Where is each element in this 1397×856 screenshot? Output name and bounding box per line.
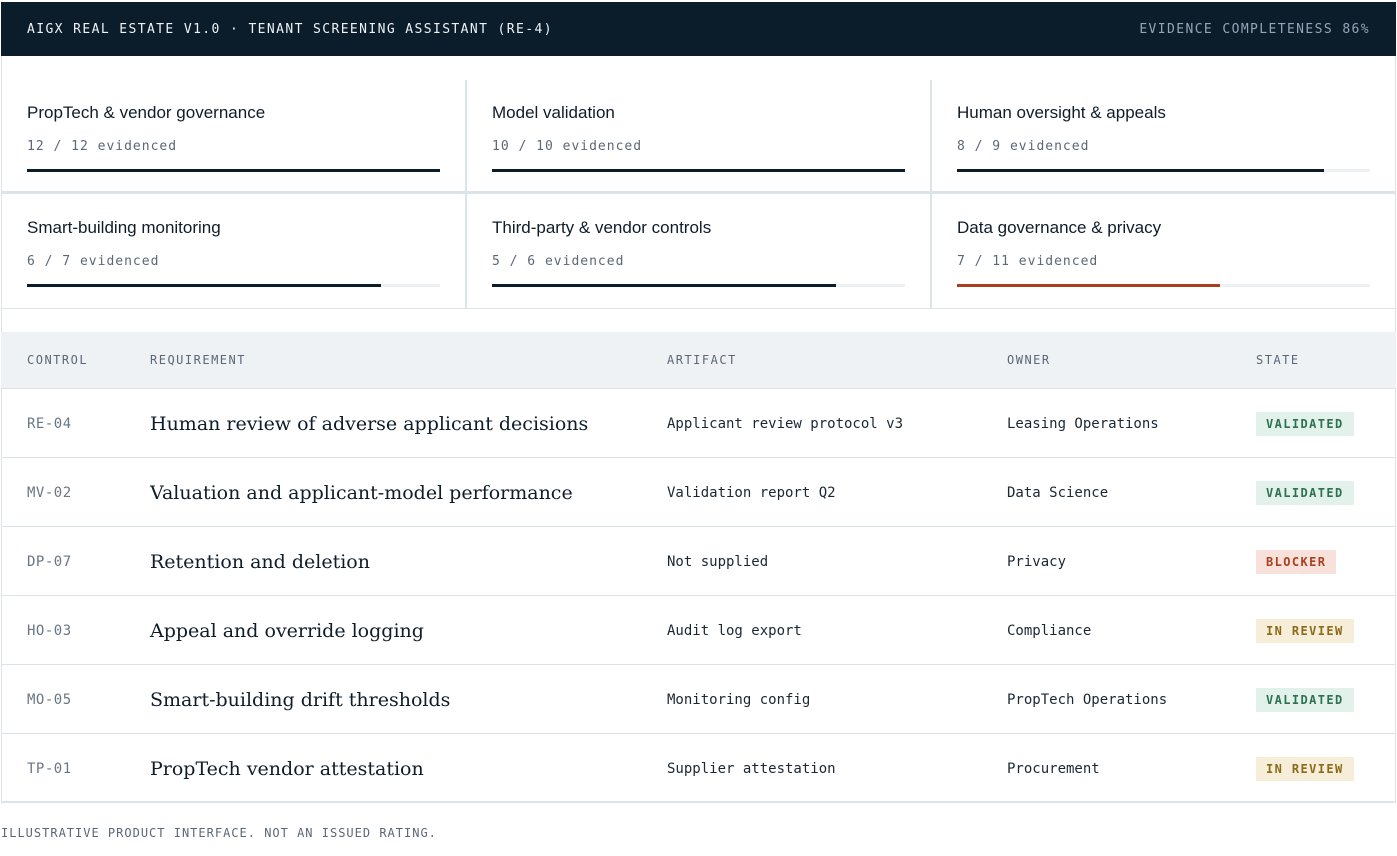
cell-owner: Compliance	[1007, 622, 1092, 639]
tile-divider	[465, 80, 467, 309]
table-body: RE-04 Human review of adverse applicant …	[1, 389, 1396, 803]
cell-state: IN REVIEW	[1256, 734, 1354, 803]
tile-count: 8 / 9 evidenced	[957, 139, 1090, 154]
tile-progress-bar	[492, 284, 905, 287]
tile-smart-building-monitoring[interactable]: Smart-building monitoring 6 / 7 evidence…	[1, 171, 466, 287]
tile-model-validation[interactable]: Model validation 10 / 10 evidenced	[466, 56, 931, 172]
cell-requirement: Appeal and override logging	[150, 619, 424, 642]
cell-control: MV-02	[27, 484, 72, 501]
cell-artifact: Applicant review protocol v3	[667, 415, 904, 432]
column-header-control[interactable]: CONTROL	[27, 353, 88, 367]
cell-requirement: Valuation and applicant-model performanc…	[150, 481, 573, 504]
state-badge: VALIDATED	[1256, 687, 1354, 712]
cell-control: MO-05	[27, 691, 72, 708]
controls-table: CONTROL REQUIREMENT ARTIFACT OWNER STATE…	[1, 332, 1396, 803]
tile-count: 5 / 6 evidenced	[492, 254, 625, 269]
grid-bottom-divider	[1, 308, 1396, 309]
evidence-completeness: EVIDENCE COMPLETENESS 86%	[1139, 21, 1370, 37]
cell-state: VALIDATED	[1256, 458, 1354, 527]
column-header-requirement[interactable]: REQUIREMENT	[150, 353, 246, 367]
table-row[interactable]: MO-05 Smart-building drift thresholds Mo…	[1, 665, 1396, 734]
tile-name: Human oversight & appeals	[957, 103, 1166, 122]
column-header-artifact[interactable]: ARTIFACT	[667, 353, 737, 367]
cell-requirement: Smart-building drift thresholds	[150, 688, 451, 711]
table-row[interactable]: RE-04 Human review of adverse applicant …	[1, 389, 1396, 458]
tile-human-oversight[interactable]: Human oversight & appeals 8 / 9 evidence…	[931, 56, 1396, 172]
tile-name: Smart-building monitoring	[27, 218, 221, 237]
column-header-owner[interactable]: OWNER	[1007, 353, 1051, 367]
cell-control: HO-03	[27, 622, 72, 639]
cell-requirement: PropTech vendor attestation	[150, 757, 424, 780]
cell-owner: Privacy	[1007, 553, 1067, 570]
cell-control: TP-01	[27, 760, 72, 777]
tile-progress-fill	[27, 284, 381, 287]
cell-owner: Data Science	[1007, 484, 1109, 501]
tile-progress-bar	[957, 284, 1370, 287]
tile-divider	[930, 80, 932, 309]
state-badge: IN REVIEW	[1256, 756, 1354, 781]
table-header: CONTROL REQUIREMENT ARTIFACT OWNER STATE	[1, 332, 1396, 389]
table-row[interactable]: HO-03 Appeal and override logging Audit …	[1, 596, 1396, 665]
tile-progress-bar	[27, 284, 440, 287]
cell-artifact: Audit log export	[667, 622, 802, 639]
cell-owner: Procurement	[1007, 760, 1100, 777]
tile-count: 12 / 12 evidenced	[27, 139, 178, 154]
cell-artifact: Monitoring config	[667, 691, 811, 708]
state-badge: VALIDATED	[1256, 480, 1354, 505]
tile-proptech-vendor-governance[interactable]: PropTech & vendor governance 12 / 12 evi…	[1, 56, 466, 172]
disclaimer: ILLUSTRATIVE PRODUCT INTERFACE. NOT AN I…	[1, 826, 437, 840]
cell-artifact: Supplier attestation	[667, 760, 836, 777]
state-badge: VALIDATED	[1256, 411, 1354, 436]
table-row[interactable]: TP-01 PropTech vendor attestation Suppli…	[1, 734, 1396, 803]
tile-data-governance-privacy[interactable]: Data governance & privacy 7 / 11 evidenc…	[931, 171, 1396, 287]
tile-count: 6 / 7 evidenced	[27, 254, 160, 269]
tile-name: Third-party & vendor controls	[492, 218, 712, 237]
table-row[interactable]: MV-02 Valuation and applicant-model perf…	[1, 458, 1396, 527]
tile-progress-fill	[957, 284, 1220, 287]
tile-count: 7 / 11 evidenced	[957, 254, 1099, 269]
cell-requirement: Retention and deletion	[150, 550, 370, 573]
cell-owner: PropTech Operations	[1007, 691, 1168, 708]
app-title: AIGX REAL ESTATE V1.0 · TENANT SCREENING…	[27, 21, 553, 37]
tile-third-party-vendor-controls[interactable]: Third-party & vendor controls 5 / 6 evid…	[466, 171, 931, 287]
cell-requirement: Human review of adverse applicant decisi…	[150, 412, 589, 435]
cell-artifact: Validation report Q2	[667, 484, 836, 501]
tile-progress-fill	[492, 284, 837, 287]
cell-artifact: Not supplied	[667, 553, 769, 570]
tile-name: PropTech & vendor governance	[27, 103, 266, 122]
cell-state: IN REVIEW	[1256, 596, 1354, 665]
evidence-tiles: PropTech & vendor governance 12 / 12 evi…	[1, 56, 1396, 309]
cell-state: VALIDATED	[1256, 665, 1354, 734]
cell-control: DP-07	[27, 553, 72, 570]
table-row[interactable]: DP-07 Retention and deletion Not supplie…	[1, 527, 1396, 596]
tile-name: Data governance & privacy	[957, 218, 1162, 237]
cell-control: RE-04	[27, 415, 72, 432]
tile-count: 10 / 10 evidenced	[492, 139, 643, 154]
cell-state: BLOCKER	[1256, 527, 1337, 596]
column-header-state[interactable]: STATE	[1256, 353, 1300, 367]
state-badge: IN REVIEW	[1256, 618, 1354, 643]
state-badge: BLOCKER	[1256, 549, 1337, 574]
app-header: AIGX REAL ESTATE V1.0 · TENANT SCREENING…	[1, 2, 1396, 56]
cell-state: VALIDATED	[1256, 389, 1354, 458]
cell-owner: Leasing Operations	[1007, 415, 1159, 432]
tile-row-divider	[1, 191, 1396, 194]
tile-name: Model validation	[492, 103, 615, 122]
